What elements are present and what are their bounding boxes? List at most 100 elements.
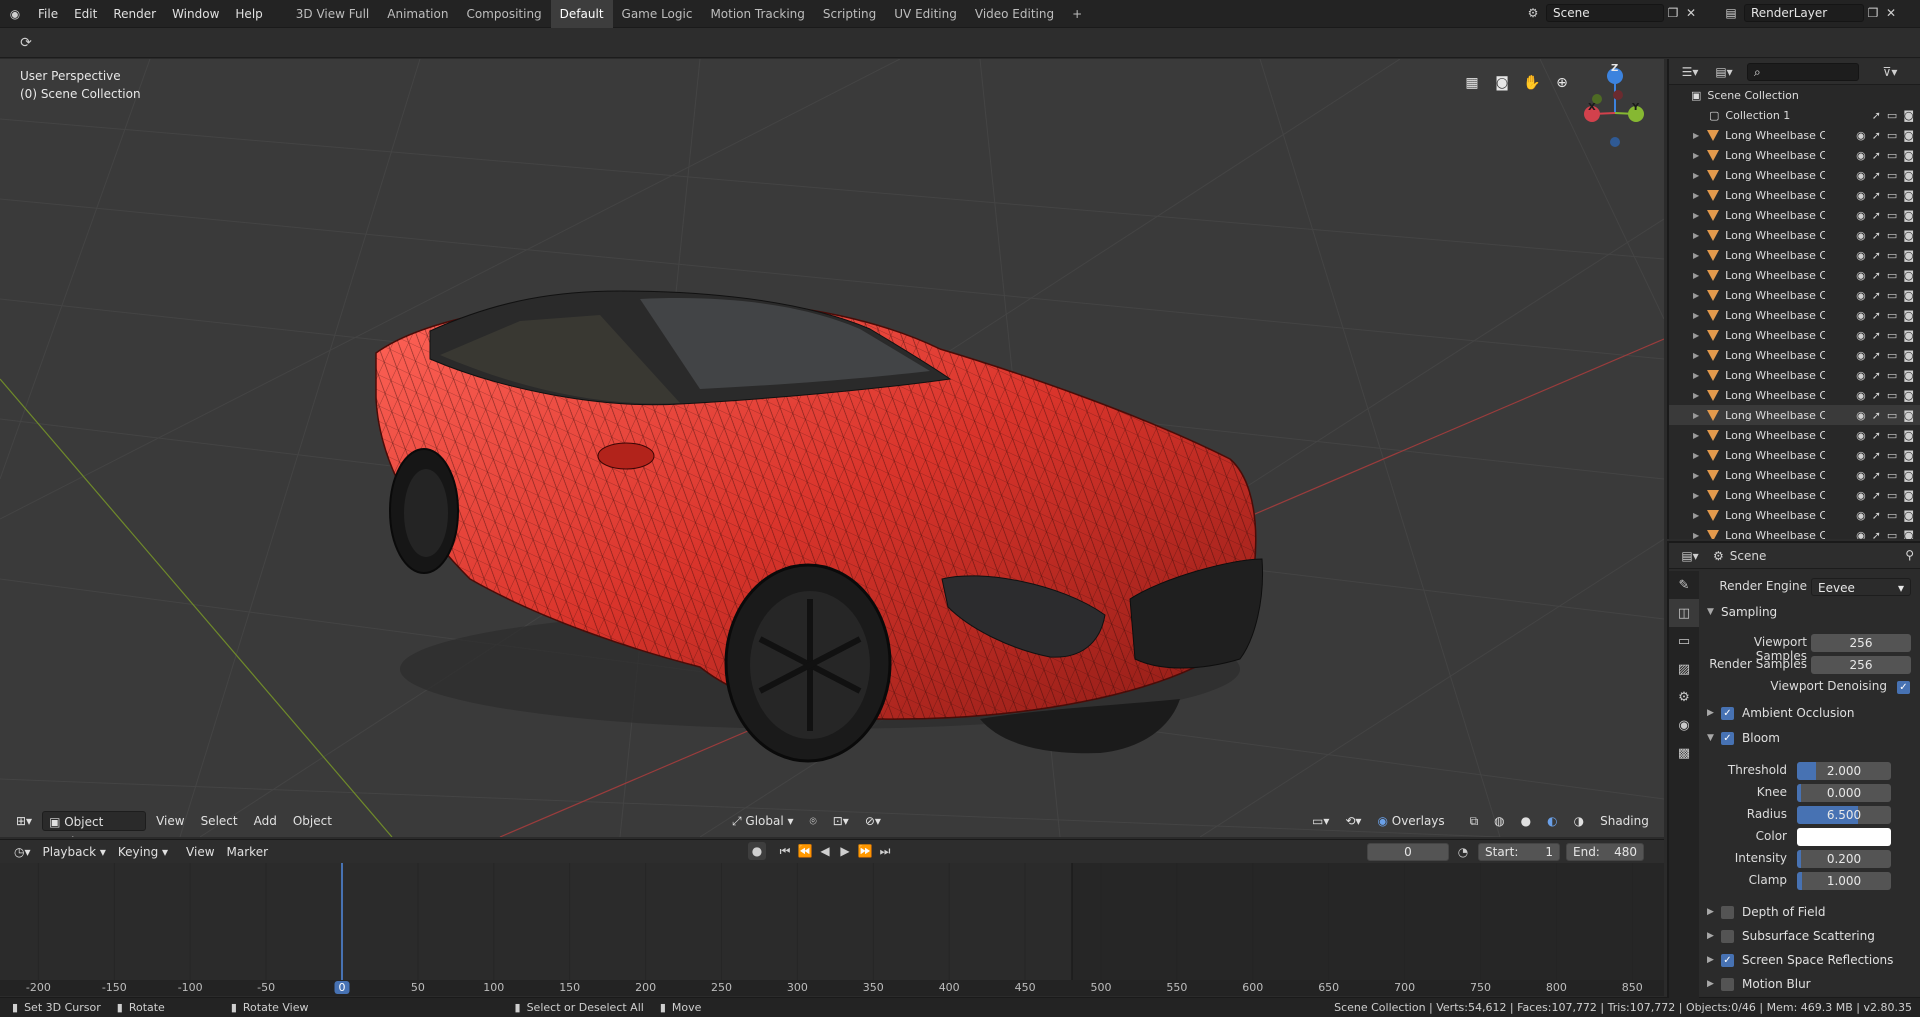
eye-icon[interactable]: ◉ [1856,489,1866,502]
gizmo-y-label[interactable]: Y [1632,102,1639,113]
camera-icon[interactable]: ◙ [1903,529,1914,540]
shading-dropdown[interactable]: Shading ▾ [1594,811,1664,837]
monitor-icon[interactable]: ▭ [1887,129,1897,142]
add-workspace-button[interactable]: + [1063,0,1091,28]
expand-arrow-icon[interactable]: ▶ [1693,411,1699,420]
timeline-ruler[interactable]: -200 -150 -100 -50 0 50 100 150 200 250 300 350 400 4… [0,980,1664,996]
expand-arrow-icon[interactable]: ▶ [1693,171,1699,180]
snap-icon[interactable]: ⌾ [804,811,823,831]
camera-icon[interactable]: ◙ [1903,329,1914,342]
selectable-icon[interactable]: ➚ [1872,329,1881,342]
outliner-search-input[interactable]: ⌕ [1747,62,1859,81]
monitor-icon[interactable]: ▭ [1887,149,1897,162]
view-object-types-icon[interactable]: ▭▾ [1306,811,1335,831]
camera-icon[interactable]: ◙ [1903,189,1914,202]
close-view-layer-icon[interactable]: ✕ [1882,4,1900,22]
eye-icon[interactable]: ◉ [1856,189,1866,202]
camera-icon[interactable]: ◙ [1903,449,1914,462]
camera-icon[interactable]: ◙ [1903,349,1914,362]
camera-icon[interactable]: ◙ [1903,269,1914,282]
outliner-item[interactable]: ▶ Long Wheelbase Car ◉ ➚ ▭ ◙ [1669,145,1920,165]
transform-tool-icon[interactable]: ⟳ [14,31,38,55]
outliner-item[interactable]: ▶ Long Wheelbase Car ◉ ➚ ▭ ◙ [1669,445,1920,465]
editor-type-icon[interactable]: ⊞▾ [10,811,38,831]
bloom-color-swatch[interactable] [1797,828,1891,846]
expand-arrow-icon[interactable]: ▶ [1693,511,1699,520]
expand-arrow-icon[interactable]: ▶ [1693,371,1699,380]
monitor-icon[interactable]: ▭ [1887,409,1897,422]
expand-arrow-icon[interactable]: ▶ [1693,431,1699,440]
radius-slider[interactable]: 6.500 [1797,806,1891,824]
tab-default[interactable]: Default [550,0,613,28]
eye-icon[interactable]: ◉ [1856,529,1866,540]
jump-end-icon[interactable]: ⏭ [876,842,894,860]
monitor-icon[interactable]: ▭ [1887,349,1897,362]
selectable-icon[interactable]: ➚ [1872,389,1881,402]
camera-icon[interactable]: ◙ [1903,369,1914,382]
intensity-slider[interactable]: 0.200 [1797,850,1891,868]
camera-icon[interactable]: ◙ [1903,429,1914,442]
selectable-icon[interactable]: ➚ [1872,249,1881,262]
copy-view-layer-icon[interactable]: ❐ [1864,4,1882,22]
record-icon[interactable]: ● [748,842,766,860]
tab-texture[interactable]: ▩ [1669,739,1699,767]
selectable-icon[interactable]: ➚ [1872,109,1881,122]
zoom-icon[interactable]: ⊕ [1550,71,1574,95]
camera-icon[interactable]: ◙ [1903,469,1914,482]
camera-icon[interactable]: ◙ [1903,209,1914,222]
camera-icon[interactable]: ◙ [1903,249,1914,262]
monitor-icon[interactable]: ▭ [1887,269,1897,282]
timeline-editor-type-icon[interactable]: ◷▾ [8,842,37,862]
subsurface-checkbox[interactable] [1721,929,1734,943]
eye-icon[interactable]: ◉ [1856,129,1866,142]
camera-icon[interactable]: ◙ [1903,489,1914,502]
current-frame-field[interactable]: 0 [1367,843,1449,861]
close-scene-icon[interactable]: ✕ [1682,4,1700,22]
eye-icon[interactable]: ◉ [1856,309,1866,322]
gizmo-x-label[interactable]: X [1588,102,1596,113]
selectable-icon[interactable]: ➚ [1872,189,1881,202]
selectable-icon[interactable]: ➚ [1872,429,1881,442]
outliner-item[interactable]: ▶ Long Wheelbase Car ◉ ➚ ▭ ◙ [1669,465,1920,485]
tab-render[interactable]: ◫ [1669,599,1699,627]
depth-of-field-panel-header[interactable]: ▶ Depth of Field [1707,905,1825,919]
tab-scripting[interactable]: Scripting [814,0,885,28]
monitor-icon[interactable]: ▭ [1887,489,1897,502]
tab-animation[interactable]: Animation [378,0,457,28]
viewport-menu-select[interactable]: Select [195,811,244,831]
outliner-item[interactable]: ▶ Long Wheelbase Car ◉ ➚ ▭ ◙ [1669,225,1920,245]
outliner-item[interactable]: ▶ Long Wheelbase Car ◉ ➚ ▭ ◙ [1669,485,1920,505]
bloom-checkbox[interactable]: ✓ [1721,731,1734,745]
outliner-item[interactable]: ▶ Long Wheelbase Car ◉ ➚ ▭ ◙ [1669,245,1920,265]
tab-3d-view-full[interactable]: 3D View Full [287,0,379,28]
knee-slider[interactable]: 0.000 [1797,784,1891,802]
scene-icon[interactable]: ⚙ [1524,4,1542,22]
expand-arrow-icon[interactable]: ▶ [1693,531,1699,540]
bloom-panel-header[interactable]: ▼ ✓ Bloom [1707,731,1780,745]
camera-icon[interactable]: ◙ [1903,289,1914,302]
camera-icon[interactable]: ◙ [1903,149,1914,162]
tab-output[interactable]: ▭ [1669,627,1699,655]
eye-icon[interactable]: ◉ [1856,389,1866,402]
eye-icon[interactable]: ◉ [1856,329,1866,342]
tab-compositing[interactable]: Compositing [457,0,550,28]
gizmo-toggle-icon[interactable]: ⟲▾ [1339,811,1367,831]
timeline-menu-view[interactable]: View [180,842,220,862]
selectable-icon[interactable]: ➚ [1872,169,1881,182]
eye-icon[interactable]: ◉ [1856,249,1866,262]
expand-arrow-icon[interactable]: ▶ [1693,491,1699,500]
clamp-slider[interactable]: 1.000 [1797,872,1891,890]
expand-arrow-icon[interactable]: ▶ [1693,351,1699,360]
selectable-icon[interactable]: ➚ [1872,149,1881,162]
shading-solid-icon[interactable]: ● [1515,811,1537,831]
view-layer-icon[interactable]: ▤ [1722,4,1740,22]
monitor-icon[interactable]: ▭ [1887,109,1897,122]
tab-world[interactable]: ◉ [1669,711,1699,739]
menu-file[interactable]: File [30,0,66,28]
outliner-item[interactable]: ▶ Long Wheelbase Car ◉ ➚ ▭ ◙ [1669,325,1920,345]
sampling-panel-header[interactable]: ▼ Sampling [1707,605,1777,619]
shading-rendered-icon[interactable]: ◑ [1568,811,1590,831]
selectable-icon[interactable]: ➚ [1872,469,1881,482]
preview-range-icon[interactable]: ◔ [1454,843,1472,861]
monitor-icon[interactable]: ▭ [1887,209,1897,222]
